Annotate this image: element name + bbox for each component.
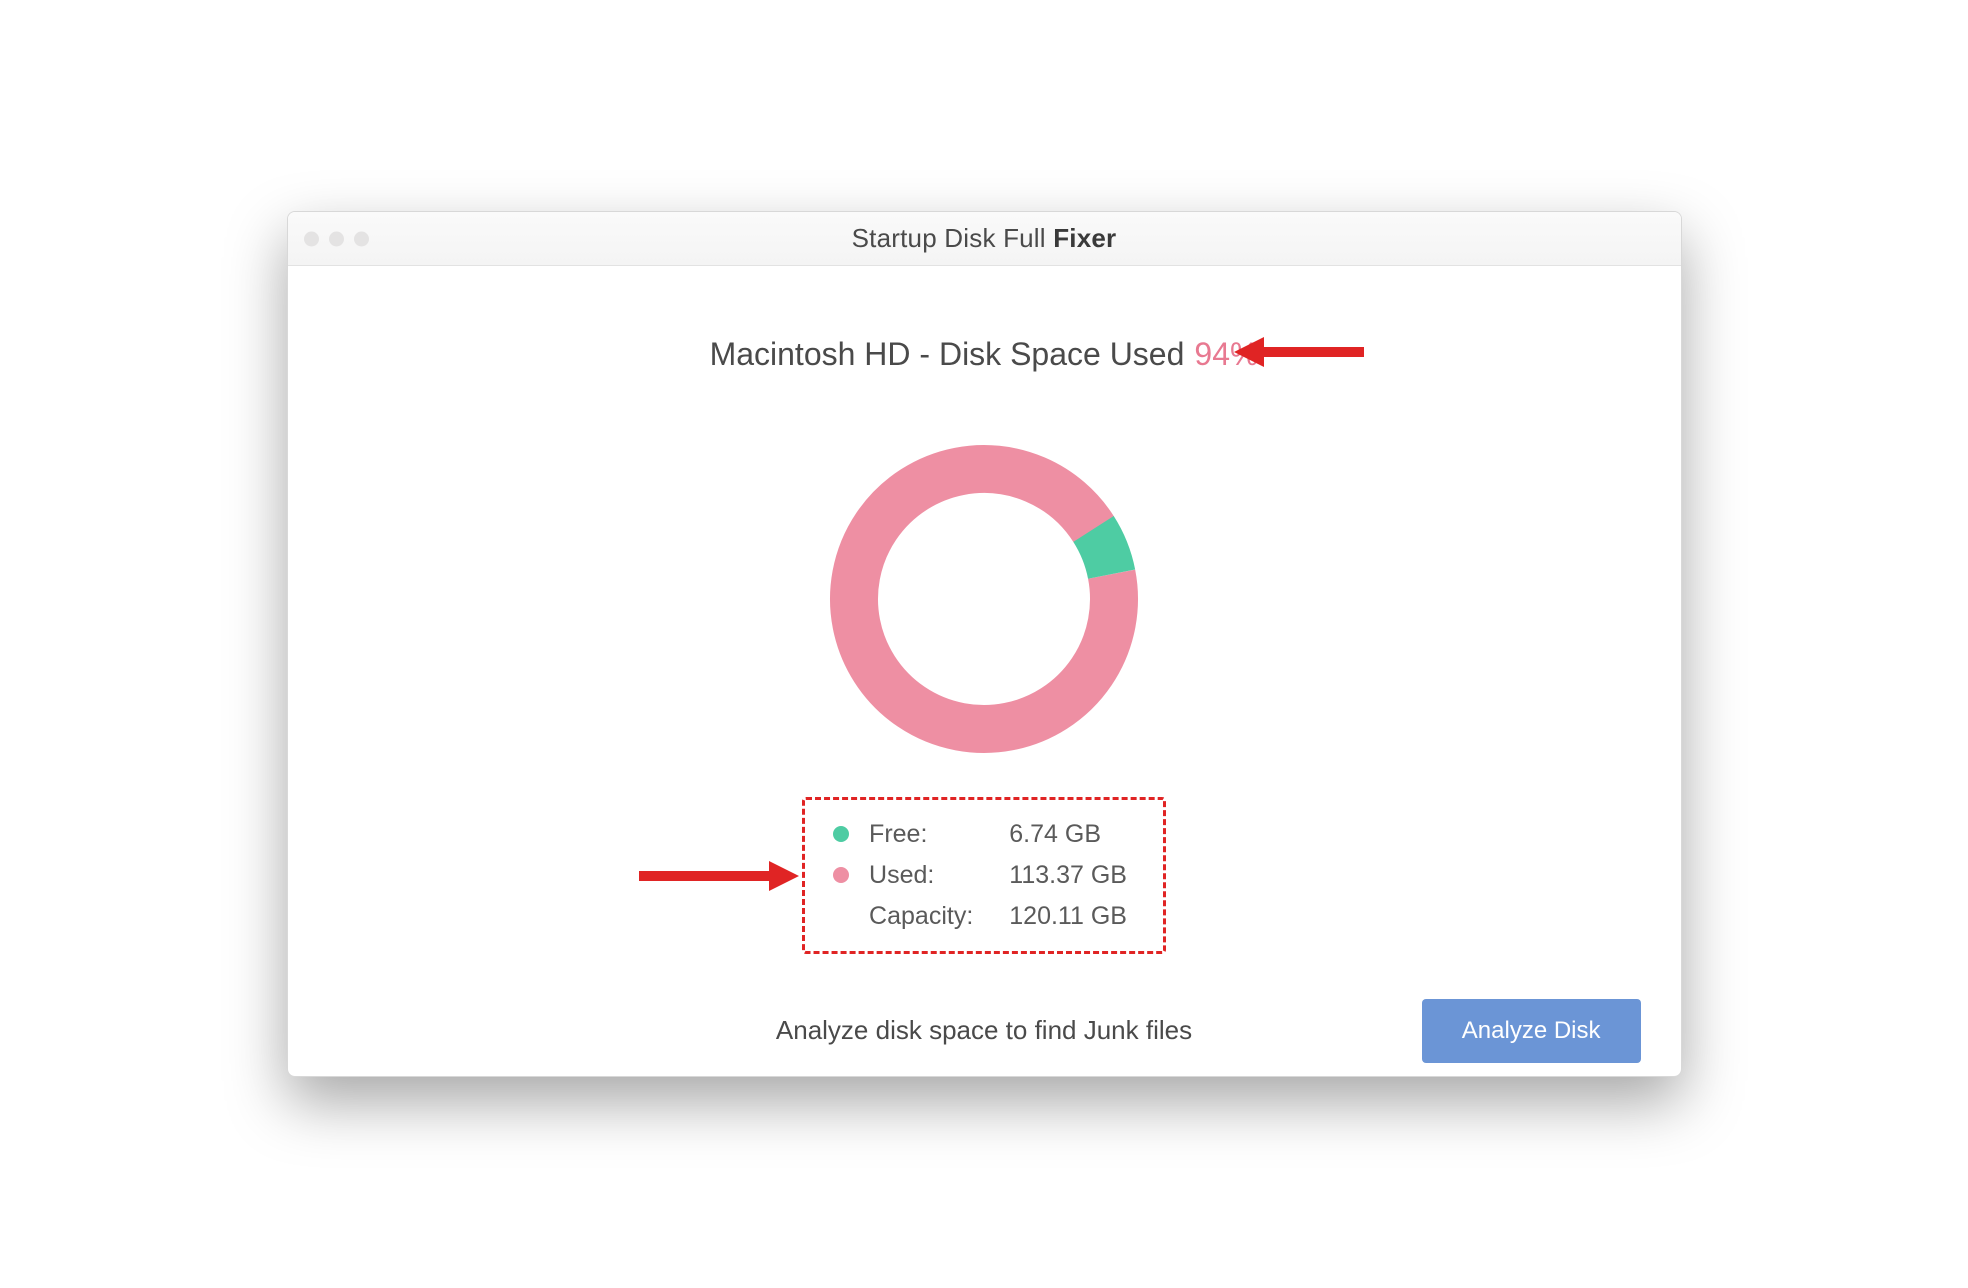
analyze-disk-button[interactable]: Analyze Disk: [1422, 999, 1641, 1063]
content-area: Macintosh HD - Disk Space Used 94%: [288, 266, 1681, 1076]
window-title: Startup Disk Full Fixer: [852, 223, 1117, 254]
stat-row-used: Used: 113.37 GB: [823, 855, 1137, 896]
disk-usage-headline: Macintosh HD - Disk Space Used 94%: [328, 336, 1641, 373]
titlebar: Startup Disk Full Fixer: [288, 212, 1681, 266]
stats-table: Free: 6.74 GB Used: 113.37 GB Capacity: …: [823, 814, 1137, 937]
stat-value-free: 6.74 GB: [983, 814, 1137, 855]
stats-container: Free: 6.74 GB Used: 113.37 GB Capacity: …: [328, 797, 1641, 954]
footer-row: Analyze disk space to find Junk files An…: [288, 1015, 1681, 1046]
donut-segment-used: [832, 447, 1137, 752]
stat-value-used: 113.37 GB: [983, 855, 1137, 896]
footer-prompt: Analyze disk space to find Junk files: [776, 1015, 1192, 1046]
annotation-arrow-icon: [639, 856, 799, 896]
window-title-light: Startup Disk Full: [852, 223, 1054, 253]
stats-box: Free: 6.74 GB Used: 113.37 GB Capacity: …: [802, 797, 1166, 954]
minimize-icon[interactable]: [329, 231, 344, 246]
disk-usage-label: Macintosh HD - Disk Space Used: [710, 336, 1185, 373]
stat-label-capacity: Capacity:: [859, 896, 983, 937]
swatch-used-icon: [833, 867, 849, 883]
disk-usage-percent: 94%: [1194, 336, 1258, 373]
stat-row-capacity: Capacity: 120.11 GB: [823, 896, 1137, 937]
stat-row-free: Free: 6.74 GB: [823, 814, 1137, 855]
window-title-bold: Fixer: [1053, 223, 1116, 253]
stat-label-free: Free:: [859, 814, 983, 855]
zoom-icon[interactable]: [354, 231, 369, 246]
window-controls: [304, 231, 369, 246]
app-window: Startup Disk Full Fixer Macintosh HD - D…: [287, 211, 1682, 1077]
donut-chart-container: [328, 429, 1641, 769]
disk-usage-donut-chart: [814, 429, 1154, 769]
close-icon[interactable]: [304, 231, 319, 246]
stat-value-capacity: 120.11 GB: [983, 896, 1137, 937]
swatch-free-icon: [833, 826, 849, 842]
stat-label-used: Used:: [859, 855, 983, 896]
